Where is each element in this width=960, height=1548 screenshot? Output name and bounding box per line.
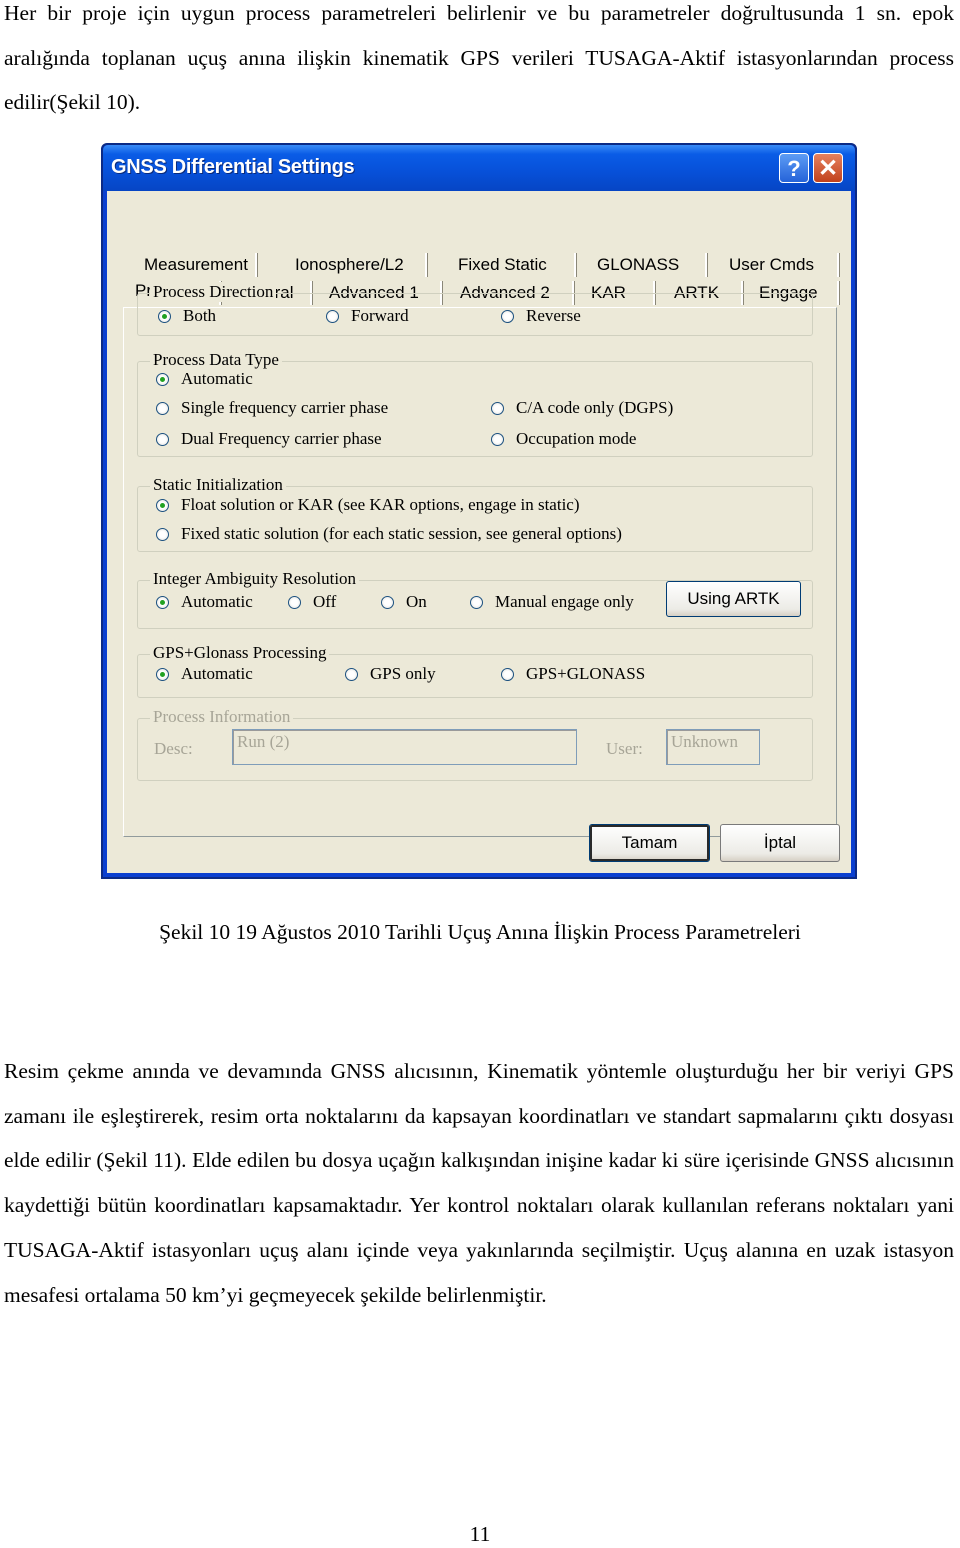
static-initialization-group: Static Initialization Float solution or … <box>137 475 813 552</box>
tab-row-1: Measurement Ionosphere/L2 Fixed Static G… <box>121 251 841 279</box>
group-title: Process Data Type <box>150 350 282 370</box>
group-title: GPS+Glonass Processing <box>150 643 330 663</box>
radio-gps-only[interactable]: GPS only <box>345 664 436 684</box>
radio-selected-icon <box>156 372 169 386</box>
tab-separator <box>574 253 577 277</box>
tab-measurement[interactable]: Measurement <box>144 255 248 275</box>
tab-fixed-static[interactable]: Fixed Static <box>458 255 547 275</box>
figure-caption: Şekil 10 19 Ağustos 2010 Tarihli Uçuş An… <box>159 920 801 944</box>
radio-ambiguity-automatic[interactable]: Automatic <box>156 592 253 612</box>
using-artk-button[interactable]: Using ARTK <box>666 581 801 617</box>
radio-icon <box>491 432 504 446</box>
radio-selected-icon <box>156 498 169 512</box>
group-title: Process Information <box>150 707 294 727</box>
radio-occupation-mode[interactable]: Occupation mode <box>491 429 636 449</box>
cancel-button[interactable]: İptal <box>720 824 840 862</box>
radio-icon <box>470 595 483 609</box>
group-title: Process Direction <box>150 282 277 302</box>
radio-gps-glonass[interactable]: GPS+GLONASS <box>501 664 645 684</box>
user-field[interactable]: Unknown <box>666 729 760 765</box>
radio-icon <box>156 527 169 541</box>
gps-glonass-group: GPS+Glonass Processing Automatic GPS onl… <box>137 643 813 698</box>
tab-separator <box>837 253 840 277</box>
close-button[interactable]: ✕ <box>813 153 843 183</box>
radio-icon <box>501 667 514 681</box>
radio-fixed-static[interactable]: Fixed static solution (for each static s… <box>156 524 622 544</box>
radio-selected-icon <box>156 667 169 681</box>
radio-forward[interactable]: Forward <box>326 306 409 326</box>
radio-ca-code[interactable]: C/A code only (DGPS) <box>491 398 673 418</box>
process-data-type-group: Process Data Type Automatic Single frequ… <box>137 350 813 457</box>
radio-icon <box>288 595 301 609</box>
title-bar: GNSS Differential Settings ? ✕ <box>103 145 855 191</box>
tab-separator <box>837 281 840 305</box>
radio-icon <box>345 667 358 681</box>
tab-glonass[interactable]: GLONASS <box>597 255 679 275</box>
radio-icon <box>491 401 504 415</box>
group-title: Integer Ambiguity Resolution <box>150 569 360 589</box>
tab-separator <box>255 253 258 277</box>
tab-ionosphere[interactable]: Ionosphere/L2 <box>295 255 404 275</box>
radio-manual-engage[interactable]: Manual engage only <box>470 592 634 612</box>
intro-paragraph: Her bir proje için uygun process paramet… <box>4 1 954 115</box>
user-label: User: <box>606 739 643 758</box>
tab-separator <box>425 253 428 277</box>
radio-dual-frequency[interactable]: Dual Frequency carrier phase <box>156 429 382 449</box>
radio-selected-icon <box>158 309 171 323</box>
radio-icon <box>326 309 339 323</box>
page-number: 11 <box>469 1522 491 1546</box>
group-title: Static Initialization <box>150 475 286 495</box>
radio-selected-icon <box>156 595 169 609</box>
help-icon: ? <box>787 156 801 181</box>
tab-user-cmds[interactable]: User Cmds <box>729 255 814 275</box>
radio-single-frequency[interactable]: Single frequency carrier phase <box>156 398 388 418</box>
process-information-group: Process Information Desc: Run (2) User: … <box>137 707 813 781</box>
radio-gnss-automatic[interactable]: Automatic <box>156 664 253 684</box>
radio-reverse[interactable]: Reverse <box>501 306 581 326</box>
ok-button[interactable]: Tamam <box>589 824 710 862</box>
desc-label: Desc: <box>154 739 193 758</box>
radio-icon <box>156 432 169 446</box>
tab-separator <box>705 253 708 277</box>
desc-field[interactable]: Run (2) <box>232 729 577 765</box>
body-paragraph: Resim çekme anında ve devamında GNSS alı… <box>4 1059 954 1307</box>
process-direction-group: Process Direction Both Forward Reverse <box>137 282 813 336</box>
radio-both[interactable]: Both <box>158 306 216 326</box>
close-icon: ✕ <box>817 155 839 182</box>
radio-float-solution[interactable]: Float solution or KAR (see KAR options, … <box>156 495 580 515</box>
radio-icon <box>381 595 394 609</box>
radio-ambiguity-on[interactable]: On <box>381 592 427 612</box>
help-button[interactable]: ? <box>779 153 809 183</box>
radio-automatic[interactable]: Automatic <box>156 369 253 389</box>
radio-icon <box>156 401 169 415</box>
integer-ambiguity-group: Integer Ambiguity Resolution Automatic O… <box>137 569 813 629</box>
dialog-title: GNSS Differential Settings <box>111 156 355 178</box>
radio-ambiguity-off[interactable]: Off <box>288 592 336 612</box>
radio-icon <box>501 309 514 323</box>
